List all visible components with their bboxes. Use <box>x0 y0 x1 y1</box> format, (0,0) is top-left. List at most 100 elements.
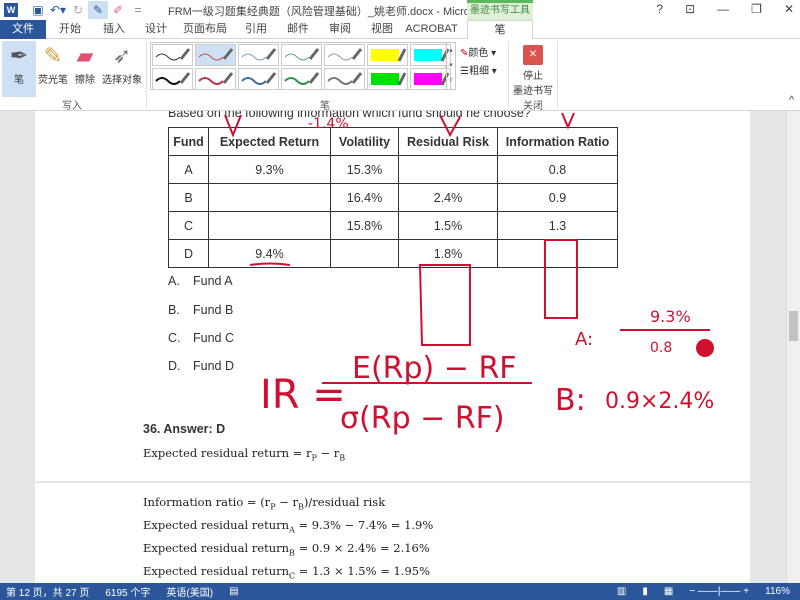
option-letter: B. <box>168 303 180 317</box>
language[interactable]: 英语(美国) <box>166 584 213 599</box>
table-row: B 16.4% 2.4% 0.9 <box>168 183 618 212</box>
fund-table: Fund Expected Return Volatility Residual… <box>168 127 618 268</box>
tab-pen[interactable]: 笔 <box>467 20 533 40</box>
pen-swatch[interactable] <box>324 68 365 90</box>
eraser-button[interactable]: ▰ 擦除 <box>71 41 99 95</box>
pen-swatch[interactable] <box>238 68 279 90</box>
calc-b: Expected residual returnB = 0.9 × 2.4% =… <box>143 541 430 558</box>
page: Based on the following information which… <box>35 111 750 481</box>
pen-swatch[interactable] <box>367 68 408 90</box>
tab-references[interactable]: 引用 <box>238 20 274 39</box>
cell <box>330 239 399 268</box>
cell: 9.3% <box>208 155 331 184</box>
color-dropdown[interactable]: ✎颜色 ▾ <box>460 44 496 59</box>
cell: 1.3 <box>497 211 618 240</box>
pen-swatch[interactable] <box>238 44 279 66</box>
tab-review[interactable]: 审阅 <box>322 20 358 39</box>
cell <box>208 211 331 240</box>
cell: 1.5% <box>398 211 498 240</box>
option-letter: A. <box>168 274 180 288</box>
cell: 0.9 <box>497 183 618 212</box>
cell: B <box>168 183 209 212</box>
tab-view[interactable]: 视图 <box>364 20 400 39</box>
tab-insert[interactable]: 插入 <box>96 20 132 39</box>
option-text: Fund C <box>193 331 234 345</box>
option-text: Fund D <box>193 359 234 373</box>
restore-button[interactable]: ❐ <box>751 2 762 16</box>
customize-icon[interactable]: = <box>128 1 148 19</box>
color-label: 颜色 <box>468 48 489 59</box>
cell: 15.3% <box>330 155 399 184</box>
calc-text: = 9.3% − 7.4% = 1.9% <box>298 518 434 532</box>
pen-swatch[interactable] <box>410 68 451 90</box>
calc-text: = 0.9 × 2.4% = 2.16% <box>298 541 430 555</box>
option-letter: C. <box>168 331 181 345</box>
word-icon: W <box>4 3 18 17</box>
cell: A <box>168 155 209 184</box>
status-bar: 第 12 页，共 27 页 6195 个字 英语(美国) ▤ ▥ ▮ ▦ − —… <box>0 583 800 600</box>
stop-inking-button[interactable]: ✕ 停止 墨迹书写 <box>510 41 556 97</box>
eraser-quick-icon[interactable]: ✐ <box>108 1 128 19</box>
tab-mailings[interactable]: 邮件 <box>280 20 316 39</box>
title-bar: W ▣ ↶▾ ↻ ✎ ✐ = FRM一级习题集经典题（风险管理基础）_姚老师.d… <box>0 0 800 20</box>
thickness-icon: ☰ <box>460 66 469 77</box>
undo-icon[interactable]: ↶▾ <box>48 1 68 19</box>
pen-swatch[interactable] <box>324 44 365 66</box>
read-mode-icon[interactable]: ▥ <box>617 586 626 597</box>
page-count[interactable]: 第 12 页，共 27 页 <box>6 584 89 599</box>
pen-swatch[interactable] <box>367 44 408 66</box>
web-layout-icon[interactable]: ▦ <box>664 586 673 597</box>
gallery-scroll[interactable]: ▴ ▾ ▿ <box>446 42 456 90</box>
divider <box>146 41 147 107</box>
zoom-slider[interactable]: − ——|—— + <box>689 586 749 597</box>
tab-file[interactable]: 文件 <box>0 20 46 39</box>
pen-swatch[interactable] <box>195 68 236 90</box>
minimize-button[interactable]: — <box>717 2 729 16</box>
header-cell: Information Ratio <box>497 127 618 156</box>
cell <box>208 183 331 212</box>
ribbon-tabs: 文件 开始 插入 设计 页面布局 引用 邮件 审阅 视图 ACROBAT 笔 登… <box>0 20 800 58</box>
tab-layout[interactable]: 页面布局 <box>180 20 230 39</box>
group-label-close: 关闭 <box>523 101 543 112</box>
pen-quick-icon[interactable]: ✎ <box>88 1 108 19</box>
pen-swatch[interactable] <box>281 44 322 66</box>
pen-gallery <box>150 42 451 90</box>
print-layout-icon[interactable]: ▮ <box>642 586 648 597</box>
thickness-dropdown[interactable]: ☰粗细 ▾ <box>460 62 497 77</box>
tab-acrobat[interactable]: ACROBAT <box>404 20 459 39</box>
word-count[interactable]: 6195 个字 <box>105 584 150 599</box>
select-objects-button[interactable]: ➶ 选择对象 <box>101 41 143 95</box>
header-cell: Volatility <box>330 127 399 156</box>
option-c: C. Fund C <box>168 331 234 345</box>
pen-swatch[interactable] <box>281 68 322 90</box>
option-b: B. Fund B <box>168 303 233 317</box>
vertical-scrollbar[interactable] <box>786 111 800 583</box>
tab-home[interactable]: 开始 <box>52 20 88 39</box>
macro-icon[interactable]: ▤ <box>229 586 238 597</box>
save-icon[interactable]: ▣ <box>28 1 48 19</box>
highlighter-button[interactable]: ✎ 荧光笔 <box>37 41 69 95</box>
tab-design[interactable]: 设计 <box>138 20 174 39</box>
stop-icon: ✕ <box>523 45 543 65</box>
ribbon-display-icon[interactable]: ⊡ <box>685 2 695 16</box>
formula-text: Information ratio = (r <box>143 495 271 509</box>
redo-icon[interactable]: ↻ <box>68 1 88 19</box>
select-label: 选择对象 <box>102 75 142 86</box>
answer-heading: 36. Answer: D <box>143 422 226 436</box>
cell <box>497 239 618 268</box>
group-label-write: 写入 <box>62 101 82 112</box>
divider <box>557 41 558 107</box>
header-cell: Fund <box>168 127 209 156</box>
eraser-label: 擦除 <box>75 75 95 86</box>
pen-swatch[interactable] <box>152 44 193 66</box>
pen-button[interactable]: ✒ 笔 <box>2 41 36 97</box>
pen-swatch[interactable] <box>410 44 451 66</box>
pen-swatch[interactable] <box>152 68 193 90</box>
close-button[interactable]: ✕ <box>784 2 794 16</box>
help-button[interactable]: ? <box>656 2 663 16</box>
pen-swatch[interactable] <box>195 44 236 66</box>
question-text: Based on the following information which… <box>168 111 531 120</box>
collapse-ribbon-icon[interactable]: ^ <box>789 95 794 106</box>
scrollbar-thumb[interactable] <box>789 311 798 341</box>
zoom-level[interactable]: 116% <box>765 586 790 597</box>
